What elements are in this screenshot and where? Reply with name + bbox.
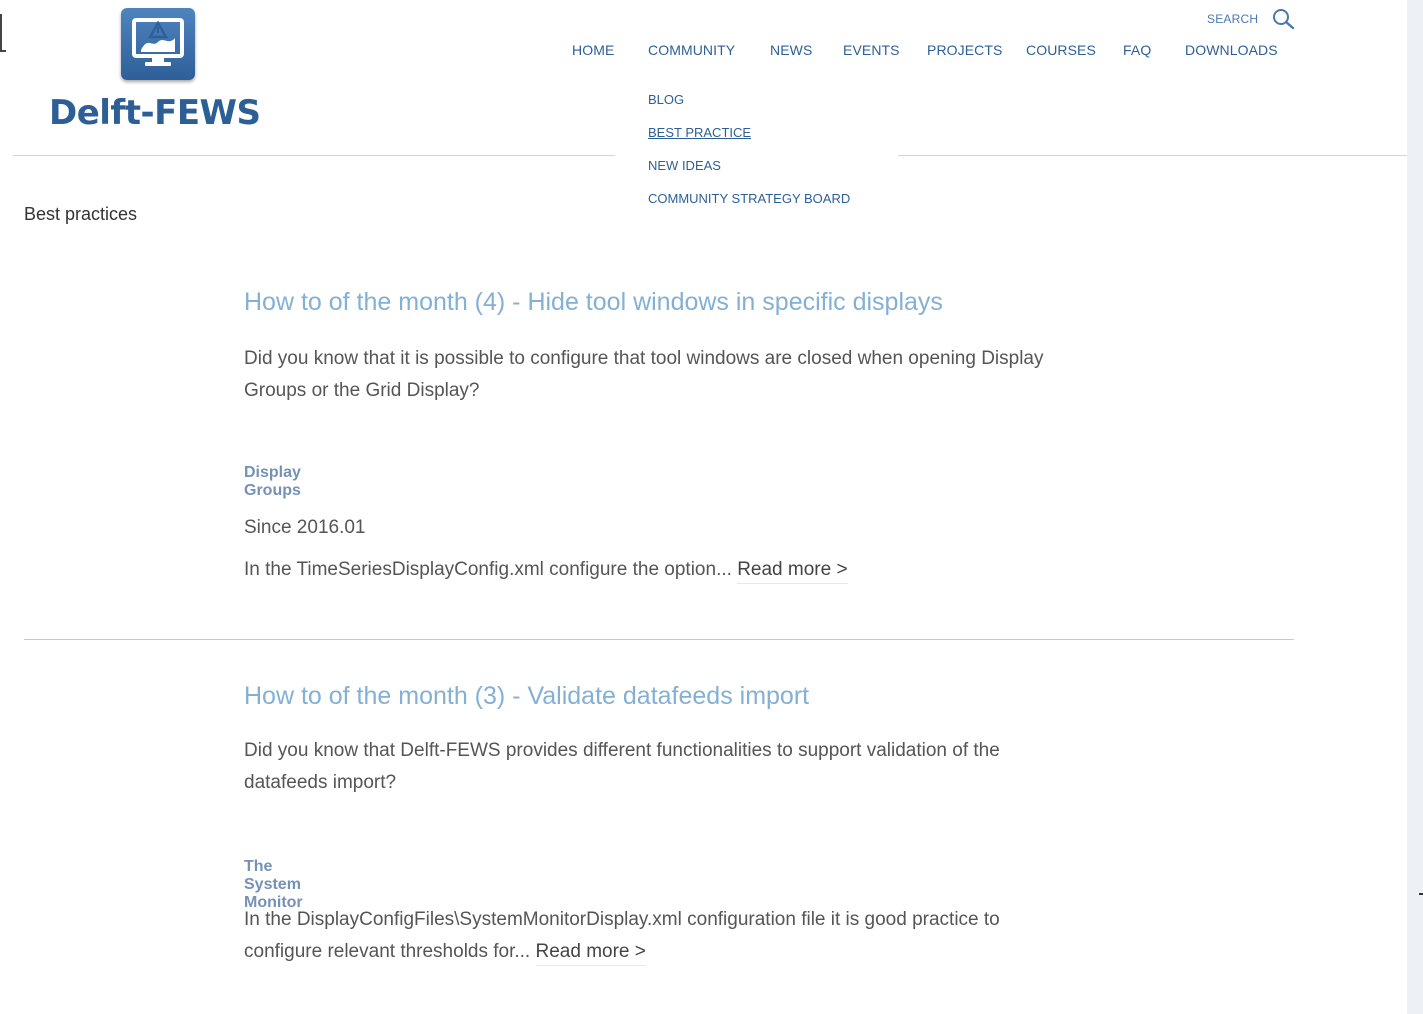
- article-title[interactable]: How to of the month (4) - Hide tool wind…: [244, 288, 943, 317]
- nav-downloads[interactable]: DOWNLOADS: [1185, 42, 1278, 58]
- article-subheading: Display Groups: [244, 464, 301, 499]
- page: Delft-FEWS SEARCH HOME COMMUNITY NEWS EV…: [0, 0, 1423, 1014]
- nav-projects[interactable]: PROJECTS: [927, 42, 1002, 58]
- article-excerpt: In the DisplayConfigFiles\SystemMonitorD…: [244, 904, 1064, 968]
- dropdown-item-community-strategy-board[interactable]: COMMUNITY STRATEGY BOARD: [648, 191, 850, 206]
- search[interactable]: SEARCH: [1207, 8, 1296, 30]
- article-excerpt: In the TimeSeriesDisplayConfig.xml confi…: [244, 554, 1064, 586]
- article-since: Since 2016.01: [244, 517, 366, 538]
- nav-events[interactable]: EVENTS: [843, 42, 900, 58]
- dropdown-item-new-ideas[interactable]: NEW IDEAS: [648, 158, 721, 173]
- nav-news[interactable]: NEWS: [770, 42, 812, 58]
- header-divider-left: [13, 155, 615, 156]
- search-icon[interactable]: [1272, 8, 1296, 30]
- page-heading: Best practices: [24, 204, 138, 224]
- left-edge-mark: [0, 14, 6, 52]
- article-intro: Did you know that Delft-FEWS provides di…: [244, 740, 1000, 793]
- article-title[interactable]: How to of the month (3) - Validate dataf…: [244, 682, 809, 711]
- header-divider-right: [898, 155, 1407, 156]
- nav-faq[interactable]: FAQ: [1123, 42, 1151, 58]
- article-intro: Did you know that it is possible to conf…: [244, 348, 1044, 401]
- read-more-link[interactable]: Read more >: [535, 941, 646, 966]
- logo-text[interactable]: Delft-FEWS: [49, 93, 261, 133]
- search-label[interactable]: SEARCH: [1207, 12, 1258, 26]
- nav-community[interactable]: COMMUNITY: [648, 42, 735, 58]
- dropdown-item-best-practice[interactable]: BEST PRACTICE: [648, 125, 751, 140]
- edge-tick: [1419, 893, 1423, 895]
- dropdown-item-blog[interactable]: BLOG: [648, 92, 684, 107]
- read-more-link[interactable]: Read more >: [737, 559, 848, 584]
- article-excerpt-text: In the TimeSeriesDisplayConfig.xml confi…: [244, 559, 732, 580]
- nav-home[interactable]: HOME: [572, 42, 614, 58]
- nav-courses[interactable]: COURSES: [1026, 42, 1096, 58]
- logo-icon[interactable]: [121, 8, 195, 80]
- article-divider: [24, 639, 1294, 640]
- community-dropdown-menu: BLOG BEST PRACTICE NEW IDEAS COMMUNITY S…: [615, 80, 898, 220]
- scrollbar[interactable]: [1407, 0, 1423, 1014]
